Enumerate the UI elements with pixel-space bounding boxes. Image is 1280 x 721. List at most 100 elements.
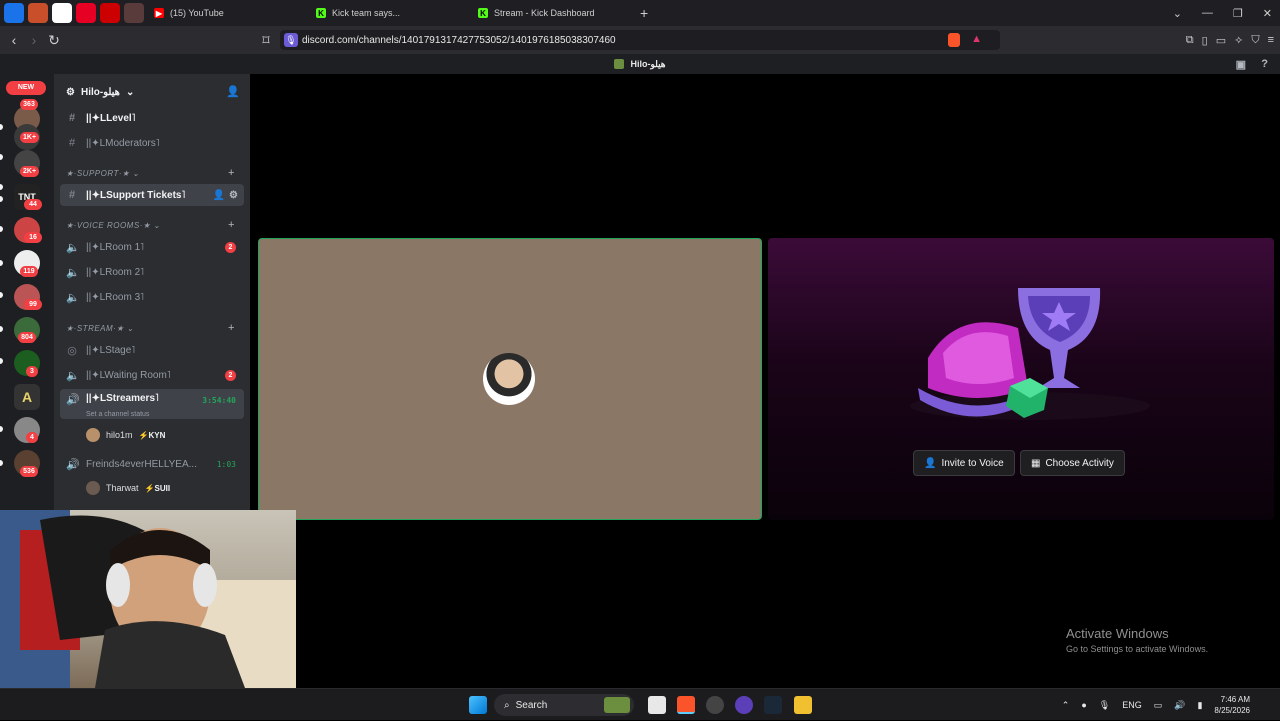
server-header[interactable]: ⚙ Hilo-هيلو ⌄ 👤 (54, 74, 250, 110)
minimize-icon[interactable]: — (1202, 7, 1213, 19)
back-icon[interactable]: ‹ (4, 32, 24, 48)
hash-icon: # (68, 112, 76, 124)
invite-to-voice-button[interactable]: 👤 Invite to Voice (913, 450, 1015, 476)
tab-kick-dashboard[interactable]: K Stream - Kick Dashboard (468, 0, 630, 26)
forward-icon[interactable]: › (24, 32, 44, 48)
add-channel-icon[interactable]: + (228, 167, 235, 179)
mention-badge: 99 (24, 299, 42, 310)
start-icon[interactable] (469, 696, 487, 714)
brave-shields-icon[interactable] (948, 33, 960, 47)
category-stream[interactable]: ★·STREAM·★ ⌄ + (66, 322, 234, 338)
hash-icon: # (68, 189, 76, 201)
close-icon[interactable]: ✕ (1263, 7, 1272, 20)
add-channel-icon[interactable]: + (228, 322, 235, 334)
app-icon-1[interactable] (706, 696, 724, 714)
leo-ai-icon[interactable]: ✧ (1234, 34, 1243, 47)
app-icon-2[interactable] (735, 696, 753, 714)
add-member-icon[interactable]: 👤 (226, 85, 240, 98)
channel-moderators[interactable]: # ||✦LModerators˥ (60, 132, 244, 154)
vpn-icon[interactable]: ⛉ (1251, 34, 1259, 47)
server-rail: NEW 363 1K+ 2K+ TNT 44 16 119 99 804 3 A… (0, 74, 54, 510)
file-explorer-icon[interactable] (794, 696, 812, 714)
unread-pip (0, 260, 3, 266)
new-badge: NEW (6, 81, 46, 95)
microphone-icon[interactable]: 🎙 (1099, 700, 1110, 711)
channel-tools: 👤 ⚙ (213, 190, 238, 201)
brave-rewards-icon[interactable]: ▲ (971, 33, 982, 45)
choose-activity-button[interactable]: ▦ Choose Activity (1020, 450, 1125, 476)
reload-icon[interactable]: ↻ (44, 32, 64, 49)
wallet-icon[interactable]: ▭ (1216, 34, 1226, 47)
network-app-icon[interactable]: ● (1081, 700, 1086, 710)
unread-pip (0, 292, 3, 298)
channel-room-1[interactable]: 🔈 ||✦LRoom 1˥ 2 (60, 236, 244, 258)
clock[interactable]: 7:46 AM 8/25/2026 (1214, 694, 1250, 716)
channel-room-3[interactable]: 🔈 ||✦LRoom 3˥ (60, 286, 244, 308)
channel-room-2[interactable]: 🔈 ||✦LRoom 2˥ (60, 261, 244, 283)
server-icon-a[interactable]: A (14, 384, 40, 410)
settings-icon[interactable]: ⚙ (229, 190, 238, 201)
task-view-icon[interactable] (648, 696, 666, 714)
category-label: STREAM (76, 324, 114, 333)
mention-badge: 2K+ (20, 166, 40, 177)
channel-name: ||✦LRoom 1˥ (86, 241, 144, 253)
category-voice[interactable]: ★·VOICE ROOMS·★ ⌄ + (66, 219, 234, 235)
webcam-overlay (0, 510, 296, 688)
mention-badge: 4 (26, 432, 38, 443)
channel-friends[interactable]: 🔊 Freinds4everHELLYEA... 1:03 (60, 453, 244, 475)
channel-name: ||✦LStreamers˥ (86, 393, 159, 404)
invite-icon[interactable]: 👤 (213, 190, 225, 201)
new-tab-button[interactable]: + (630, 5, 658, 21)
extensions-icon[interactable]: ⧉ (1186, 34, 1194, 47)
member-name: Tharwat (106, 483, 139, 493)
add-channel-icon[interactable]: + (228, 219, 235, 231)
sidebar-icon[interactable]: ▯ (1202, 34, 1208, 47)
channel-status[interactable]: Set a channel status (86, 411, 149, 418)
pinned-tab-4[interactable] (76, 3, 96, 23)
pinned-tab-5[interactable] (100, 3, 120, 23)
site-info-icon[interactable]: 🎙 (284, 33, 298, 47)
voice-member[interactable]: hilo1m ⚡KYN (86, 426, 165, 444)
browser-tab-bar: ▶ (15) YouTube K Kick team says... K Str… (0, 0, 1280, 26)
menu-icon[interactable]: ≡ (1268, 34, 1274, 46)
channel-support-tickets[interactable]: # ||✦LSupport Tickets˥ 👤 ⚙ (60, 184, 244, 206)
voice-timer: 1:03 (216, 459, 236, 469)
channel-stage[interactable]: ◎ ||✦LStage˥ (60, 339, 244, 361)
taskbar-search[interactable]: ⌕ Search (494, 694, 634, 716)
unread-pip (0, 358, 3, 364)
activity-tile (768, 238, 1274, 520)
channel-waiting-room[interactable]: 🔈 ||✦LWaiting Room˥ 2 (60, 364, 244, 386)
volume-icon[interactable]: 🔊 (1174, 700, 1185, 711)
channel-badge: 2 (225, 370, 236, 381)
tab-youtube[interactable]: ▶ (15) YouTube (144, 0, 306, 26)
watermark-title: Activate Windows (1066, 626, 1169, 641)
mention-badge: 44 (24, 199, 42, 210)
bookmark-icon[interactable]: ⌑ (256, 32, 276, 49)
language-indicator[interactable]: ENG (1122, 700, 1142, 710)
unread-pip (0, 124, 3, 130)
tab-kick-team[interactable]: K Kick team says... (306, 0, 468, 26)
help-icon[interactable]: ? (1261, 58, 1268, 70)
tray-overflow-icon[interactable]: ⌃ (1062, 700, 1070, 711)
pinned-tab-1[interactable] (4, 3, 24, 23)
pinned-tab-2[interactable] (28, 3, 48, 23)
channel-level[interactable]: # ||✦LLevel˥ (60, 107, 244, 129)
maximize-icon[interactable]: ❐ (1233, 7, 1243, 20)
url-field[interactable]: 🎙 discord.com/channels/14017913174277530… (280, 30, 1000, 50)
speaker-active-icon: 🔊 (66, 394, 80, 406)
inbox-icon[interactable]: ▣ (1236, 58, 1246, 71)
tab-list-icon[interactable]: ⌄ (1173, 7, 1182, 20)
steam-icon[interactable] (764, 696, 782, 714)
brave-browser-icon[interactable] (677, 696, 695, 714)
tab-label: (15) YouTube (170, 8, 224, 18)
watermark-subtitle: Go to Settings to activate Windows. (1066, 644, 1209, 654)
channel-name: ||✦LLevel˥ (86, 112, 136, 124)
pinned-tab-3[interactable] (52, 3, 72, 23)
activation-watermark: Activate Windows Go to Settings to activ… (1066, 626, 1208, 654)
voice-member[interactable]: Tharwat ⚡SUII (86, 479, 170, 497)
unread-pip (0, 184, 3, 190)
category-support[interactable]: ★·SUPPORT·★ ⌄ + (66, 167, 234, 183)
display-icon[interactable]: ▭ (1154, 700, 1163, 711)
battery-icon[interactable]: ▮ (1197, 700, 1202, 711)
pinned-tab-6[interactable] (124, 3, 144, 23)
